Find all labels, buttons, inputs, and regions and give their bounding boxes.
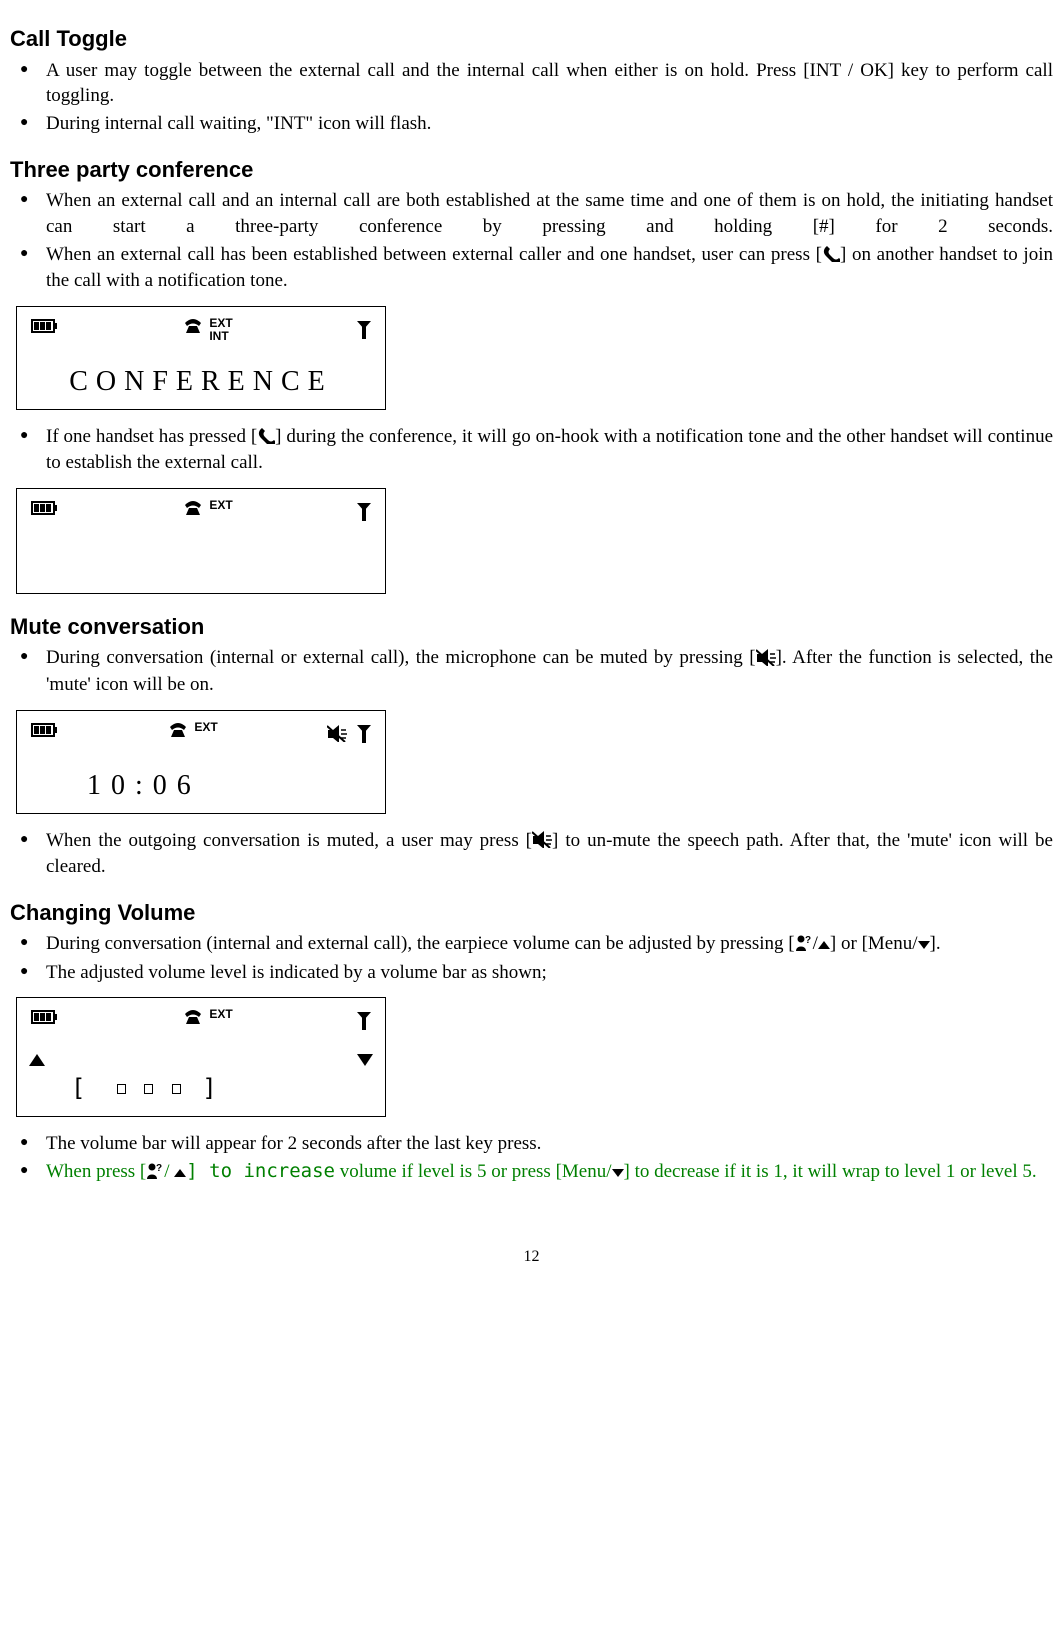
talk-icon — [257, 426, 275, 452]
list-item: During conversation (internal and extern… — [10, 931, 1053, 957]
page-number: 12 — [10, 1246, 1053, 1268]
ext-label: EXT — [194, 721, 217, 734]
battery-icon — [31, 317, 59, 335]
volume-bar: [ ] — [17, 1072, 385, 1116]
list-item: During conversation (internal or externa… — [10, 645, 1053, 697]
phone-icon — [183, 1008, 203, 1026]
battery-icon — [31, 721, 59, 739]
ext-label: EXT — [209, 499, 232, 512]
text: When the outgoing conversation is muted,… — [46, 830, 532, 851]
text: / — [164, 1161, 174, 1182]
text: When press [ — [46, 1161, 146, 1182]
signal-icon — [357, 317, 373, 341]
text: ] or [Menu/ — [830, 933, 918, 954]
list-item: When press [ / ] to increase volume if le… — [10, 1159, 1053, 1185]
bracket-open: [ — [71, 1074, 95, 1102]
int-label: INT — [209, 330, 232, 343]
mute-icon — [532, 830, 552, 856]
list-item: When an external call has been establish… — [10, 242, 1053, 294]
text: ] to decrease if it is 1, it will wrap t… — [624, 1161, 1037, 1182]
heading-call-toggle: Call Toggle — [10, 24, 1053, 54]
lcd-text: CONFERENCE — [17, 361, 385, 409]
volume-segment — [117, 1084, 126, 1094]
text: If one handset has pressed [ — [46, 426, 257, 447]
volume-segment — [144, 1084, 153, 1094]
mute-icon — [756, 648, 776, 674]
phone-icon — [183, 317, 203, 335]
text: When an external call has been establish… — [46, 244, 822, 265]
text: volume if level is 5 or press [Menu/ — [335, 1161, 612, 1182]
phone-icon — [183, 499, 203, 517]
ext-label: EXT — [209, 317, 232, 330]
text: During conversation (internal or externa… — [46, 647, 756, 668]
heading-mute: Mute conversation — [10, 612, 1053, 642]
ext-label: EXT — [209, 1008, 232, 1021]
up-icon — [818, 941, 830, 949]
phonebook-icon — [795, 934, 813, 960]
volume-segment — [172, 1084, 181, 1094]
list-item: When an external call and an internal ca… — [10, 188, 1053, 239]
signal-icon — [357, 499, 373, 523]
down-icon — [612, 1169, 624, 1177]
down-icon — [357, 1054, 373, 1066]
list-item: The adjusted volume level is indicated b… — [10, 960, 1053, 986]
text: ]. — [930, 933, 941, 954]
phonebook-icon — [146, 1162, 164, 1188]
text: ] to increase — [186, 1160, 335, 1182]
lcd-conference: EXT INT CONFERENCE — [16, 306, 386, 410]
battery-icon — [31, 499, 59, 517]
phone-icon — [168, 721, 188, 739]
list-item: When the outgoing conversation is muted,… — [10, 828, 1053, 880]
text: During conversation (internal and extern… — [46, 933, 795, 954]
list-item: A user may toggle between the external c… — [10, 58, 1053, 109]
mute-icon — [327, 724, 347, 742]
up-icon — [29, 1054, 45, 1066]
lcd-volume: EXT [ ] — [16, 997, 386, 1117]
heading-three-party: Three party conference — [10, 155, 1053, 185]
heading-volume: Changing Volume — [10, 898, 1053, 928]
list-item: If one handset has pressed [] during the… — [10, 424, 1053, 476]
bracket-close: ] — [202, 1074, 226, 1102]
lcd-mute: EXT 10:06 — [16, 710, 386, 814]
lcd-time: 10:06 — [17, 765, 385, 813]
signal-icon — [357, 721, 373, 745]
down-icon — [918, 941, 930, 949]
list-item: During internal call waiting, "INT" icon… — [10, 111, 1053, 137]
lcd-ext-only: EXT — [16, 488, 386, 594]
battery-icon — [31, 1008, 59, 1026]
list-item: The volume bar will appear for 2 seconds… — [10, 1131, 1053, 1157]
talk-icon — [822, 244, 840, 270]
signal-icon — [357, 1008, 373, 1032]
up-icon — [174, 1169, 186, 1177]
